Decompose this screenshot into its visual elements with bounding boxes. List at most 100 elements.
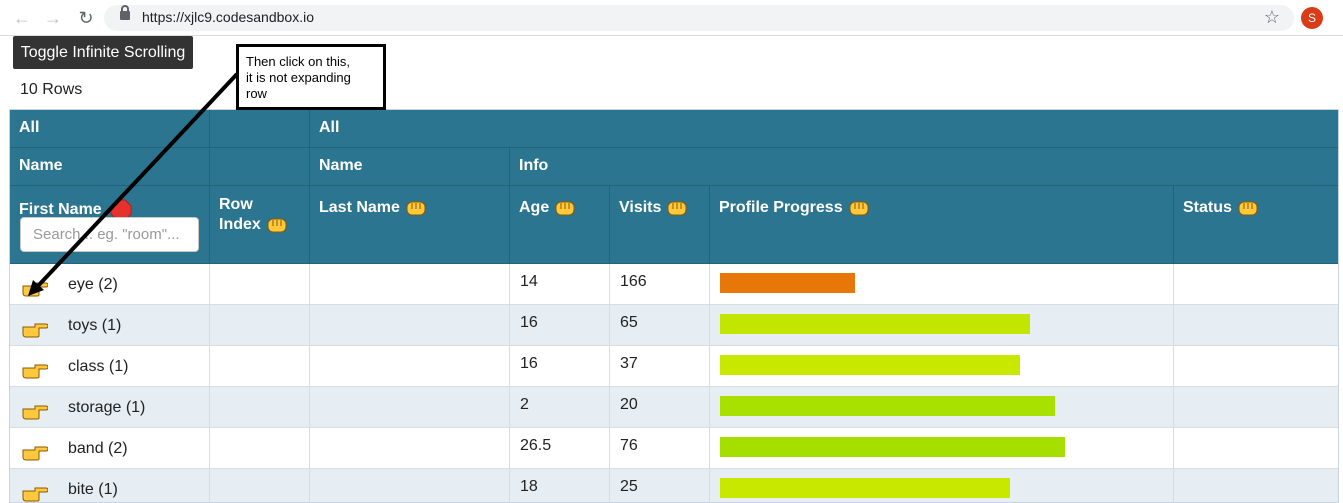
profile-progress-cell (710, 305, 1174, 346)
last-name-label: Last Name (319, 199, 400, 217)
last-name-cell (310, 428, 510, 469)
age-cell: 14 (510, 264, 610, 305)
data-table: All All Name Name Info First Name Row In… (9, 109, 1339, 503)
back-icon[interactable]: ← (12, 8, 32, 28)
fist-icon (849, 201, 869, 216)
rows-count-label: 10 Rows (20, 81, 83, 98)
first-name-label: First Name (19, 201, 102, 219)
status-cell (1174, 264, 1338, 305)
visits-cell: 166 (610, 264, 710, 305)
last-name-cell (310, 469, 510, 502)
profile-progress-cell (710, 428, 1174, 469)
profile-progress-cell (710, 387, 1174, 428)
last-name-cell (310, 264, 510, 305)
age-cell: 26.5 (510, 428, 610, 469)
status-label: Status (1183, 199, 1232, 217)
status-cell (1174, 387, 1338, 428)
first-name-cell: bite (1) (10, 469, 210, 502)
age-cell: 2 (510, 387, 610, 428)
bookmark-star-icon[interactable]: ☆ (1264, 7, 1280, 28)
table-row[interactable]: band (2) 26.5 76 (10, 428, 1338, 469)
header-group-all-left: All (10, 110, 210, 148)
visits-cell: 65 (610, 305, 710, 346)
first-name-cell: band (2) (10, 428, 210, 469)
table-row[interactable]: class (1) 16 37 (10, 346, 1338, 387)
status-cell (1174, 305, 1338, 346)
last-name-cell (310, 305, 510, 346)
status-cell (1174, 469, 1338, 502)
profile-progress-cell (710, 469, 1174, 502)
table-row[interactable]: bite (1) 18 25 (10, 469, 1338, 502)
group-name: bite (1) (68, 481, 118, 498)
column-header-age[interactable]: Age (510, 186, 610, 264)
header-group-empty (210, 110, 310, 148)
expand-row-hand-icon[interactable] (22, 277, 49, 297)
row-index-cell (210, 387, 310, 428)
column-header-first-name[interactable]: First Name (10, 186, 210, 264)
header-group-name-left: Name (10, 148, 210, 186)
status-cell (1174, 346, 1338, 387)
fist-icon (406, 201, 426, 216)
fist-icon (267, 218, 287, 233)
age-cell: 18 (510, 469, 610, 502)
expand-row-hand-icon[interactable] (22, 359, 49, 379)
annotation-callout: Then click on this, it is not expanding … (236, 44, 386, 110)
visits-cell: 25 (610, 469, 710, 502)
group-name: band (2) (68, 440, 128, 457)
expand-row-hand-icon[interactable] (22, 482, 49, 502)
column-header-profile-progress[interactable]: Profile Progress (710, 186, 1174, 264)
progress-bar (720, 314, 1030, 334)
expand-row-hand-icon[interactable] (22, 400, 49, 420)
url-text[interactable]: https://xjlc9.codesandbox.io (142, 9, 314, 25)
expand-row-hand-icon[interactable] (22, 441, 49, 461)
row-index-label-line2: Index (219, 216, 261, 233)
column-header-last-name[interactable]: Last Name (310, 186, 510, 264)
reload-icon[interactable]: ↻ (76, 8, 96, 28)
visits-label: Visits (619, 199, 662, 217)
header-group-all-right: All (310, 110, 1338, 148)
callout-line-2: it is not expanding (246, 70, 351, 85)
profile-progress-cell (710, 346, 1174, 387)
age-label: Age (519, 199, 550, 217)
row-index-cell (210, 428, 310, 469)
visits-cell: 76 (610, 428, 710, 469)
column-header-visits[interactable]: Visits (610, 186, 710, 264)
row-index-cell (210, 346, 310, 387)
callout-line-3: row (246, 86, 267, 101)
header-group-name-right: Name (310, 148, 510, 186)
column-header-row-index[interactable]: Row Index (210, 186, 310, 264)
progress-bar (720, 273, 855, 293)
first-name-cell: toys (1) (10, 305, 210, 346)
fist-icon (1238, 201, 1258, 216)
first-name-cell: class (1) (10, 346, 210, 387)
last-name-cell (310, 387, 510, 428)
header-group-empty-2 (210, 148, 310, 186)
row-index-cell (210, 469, 310, 502)
row-index-cell (210, 305, 310, 346)
table-row[interactable]: toys (1) 16 65 (10, 305, 1338, 346)
first-name-cell: storage (1) (10, 387, 210, 428)
table-row[interactable]: eye (2) 14 166 (10, 264, 1338, 305)
visits-cell: 37 (610, 346, 710, 387)
age-cell: 16 (510, 305, 610, 346)
table-row[interactable]: storage (1) 2 20 (10, 387, 1338, 428)
first-name-search-input[interactable] (20, 217, 199, 252)
fist-icon (667, 201, 687, 216)
progress-bar (720, 478, 1010, 498)
profile-progress-label: Profile Progress (719, 199, 843, 217)
profile-avatar[interactable]: S (1301, 7, 1323, 29)
progress-bar (720, 396, 1055, 416)
expand-row-hand-icon[interactable] (22, 318, 49, 338)
age-cell: 16 (510, 346, 610, 387)
lock-icon (120, 5, 130, 20)
column-header-status[interactable]: Status (1174, 186, 1338, 264)
forward-icon[interactable]: → (43, 8, 63, 28)
progress-bar (720, 437, 1065, 457)
fist-icon (555, 201, 575, 216)
address-bar[interactable]: https://xjlc9.codesandbox.io ☆ (104, 5, 1294, 31)
progress-bar (720, 355, 1020, 375)
last-name-cell (310, 346, 510, 387)
header-group-info: Info (510, 148, 1338, 186)
toggle-infinite-scrolling-button[interactable]: Toggle Infinite Scrolling (13, 36, 193, 69)
group-name: class (1) (68, 358, 129, 375)
